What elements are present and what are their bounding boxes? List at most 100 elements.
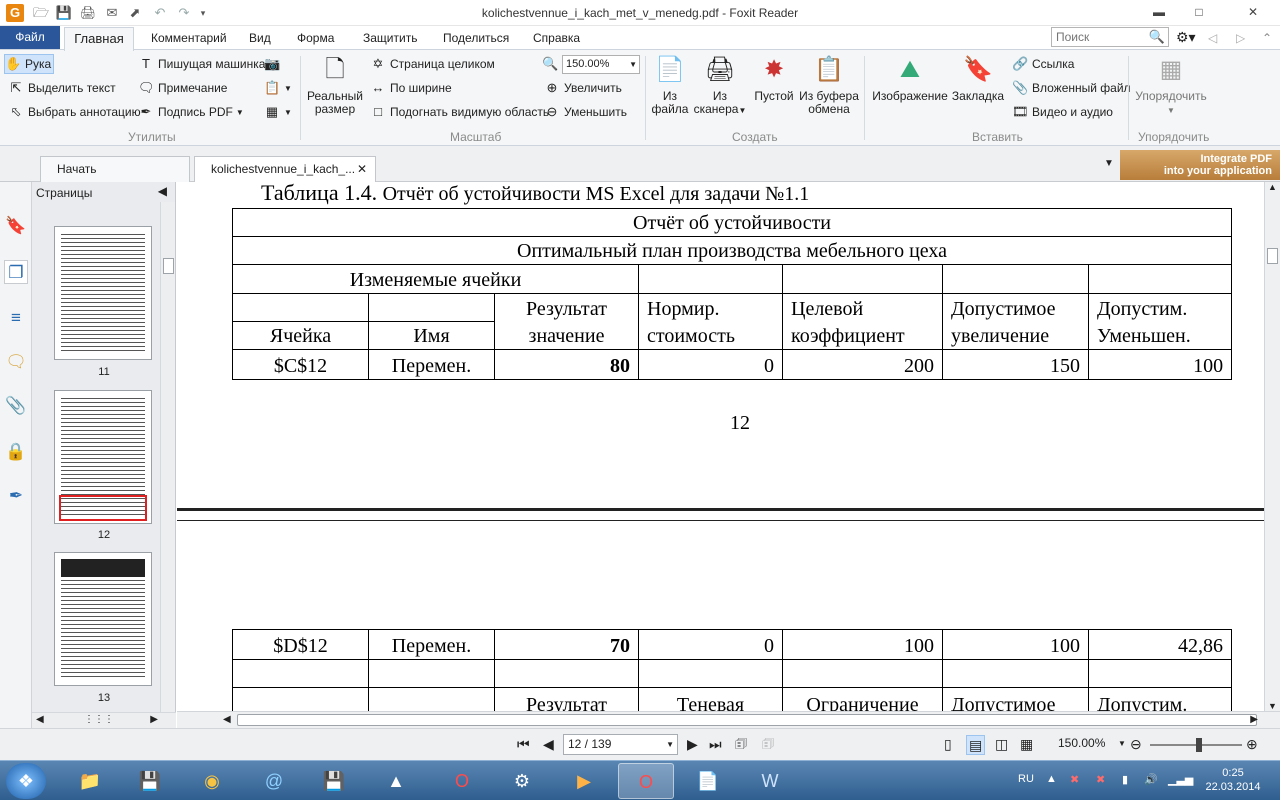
facing-pages-icon[interactable]: ◫ (995, 735, 1008, 753)
properties-button[interactable]: ▦ ▼ (264, 102, 292, 122)
continuous-facing-icon[interactable]: ▦ (1020, 735, 1033, 753)
show-hidden-icons-icon[interactable]: ▲ (1046, 773, 1057, 785)
tab-start[interactable]: Начать (40, 156, 190, 182)
document-view[interactable]: Таблица 1.4. Отчёт об устойчивости MS Ex… (177, 182, 1264, 711)
tab-comment[interactable]: Комментарий (151, 31, 227, 45)
create-from-scanner-button[interactable]: 🖨 Из сканера▼ (692, 54, 748, 117)
comments-panel-icon[interactable]: 🗨 (4, 350, 28, 374)
start-button[interactable]: ❖ (6, 763, 46, 799)
opera-icon[interactable]: O (434, 763, 490, 799)
word-icon[interactable]: W (742, 763, 798, 799)
hand-tool-button[interactable]: ✋ Рука (4, 54, 54, 74)
signal-icon[interactable]: ▁▃▅ (1168, 773, 1193, 786)
tab-list-chevron-icon[interactable]: ▼ (1104, 158, 1114, 169)
tab-protect[interactable]: Защитить (363, 31, 417, 45)
insert-video-audio-button[interactable]: 🎞 Видео и аудио (1012, 102, 1113, 122)
fit-page-button[interactable]: ✡ Страница целиком (370, 54, 495, 74)
zoom-in-button[interactable]: ⊕ Увеличить (544, 78, 622, 98)
search-icon[interactable]: 🔍 (1149, 29, 1165, 45)
media-player-icon[interactable]: ▶ (556, 763, 612, 799)
network-icon[interactable]: ✖ (1096, 773, 1105, 786)
tab-view[interactable]: Вид (249, 31, 271, 45)
app-icon[interactable]: 💾 (306, 763, 362, 799)
clipboard-button[interactable]: 📋 ▼ (264, 78, 292, 98)
insert-image-button[interactable]: ⛰ Изображение (872, 54, 948, 103)
zoom-out-icon[interactable]: ⊖ (1130, 735, 1142, 753)
arrange-button[interactable]: ▦ Упорядочить ▼ (1134, 54, 1208, 117)
ad-banner[interactable]: Integrate PDF into your application (1120, 150, 1280, 180)
layers-panel-icon[interactable]: ≡ (4, 306, 28, 330)
zoom-level[interactable]: 150.00% (1058, 736, 1105, 750)
page-thumbnail-current[interactable] (54, 390, 152, 524)
fit-visible-button[interactable]: □ Подогнать видимую область (370, 102, 549, 122)
insert-link-button[interactable]: 🔗 Ссылка (1012, 54, 1074, 74)
next-view-icon[interactable]: 🗊 (762, 735, 774, 753)
pages-panel-icon[interactable]: ❐ (4, 260, 28, 284)
scroll-up-icon[interactable]: ▲ (1268, 182, 1277, 192)
actual-size-button[interactable]: 🗋 Реальный размер (306, 54, 364, 116)
close-tab-icon[interactable]: ✕ (357, 157, 367, 181)
create-blank-button[interactable]: ✸ Пустой (752, 54, 796, 103)
explorer-icon[interactable]: 📁 (62, 763, 118, 799)
pages-panel-hscrollbar[interactable]: ◀ ⋮⋮⋮ ▶ (32, 712, 176, 728)
tab-share[interactable]: Поделиться (443, 31, 509, 45)
document-vertical-scrollbar[interactable]: ▲ ▼ (1264, 182, 1280, 711)
last-page-icon[interactable]: ⏭ (709, 735, 722, 753)
foxit-reader-icon[interactable]: 📄 (680, 763, 736, 799)
insert-bookmark-button[interactable]: 🔖 Закладка (950, 54, 1006, 103)
create-from-file-button[interactable]: 📄 Из файла (650, 54, 690, 116)
note-button[interactable]: 🗨 Примечание (138, 78, 227, 98)
tab-form[interactable]: Форма (297, 31, 334, 45)
scroll-down-icon[interactable]: ▼ (1268, 701, 1277, 711)
clock[interactable]: 0:25 22.03.2014 (1198, 766, 1268, 794)
single-page-icon[interactable]: ▯ (944, 735, 952, 753)
volume-icon[interactable]: 🔊 (1144, 773, 1158, 786)
first-page-icon[interactable]: ⏮ (517, 735, 530, 753)
zoom-slider-thumb[interactable] (1196, 738, 1202, 752)
scroll-right-icon[interactable]: ▶ (1250, 714, 1258, 725)
settings-gear-icon[interactable]: ⚙▾ (1176, 29, 1196, 46)
close-icon[interactable]: ✕ (1240, 2, 1266, 22)
opera-icon[interactable]: O (618, 763, 674, 799)
sign-pdf-button[interactable]: ✒ Подпись PDF ▼ (138, 102, 244, 122)
security-panel-icon[interactable]: 🔒 (4, 440, 28, 464)
tab-document[interactable]: kolichestvennue_i_kach_... ✕ (194, 156, 376, 182)
zoom-tool-icon[interactable]: 🔍 (542, 54, 562, 74)
signatures-panel-icon[interactable]: ✒ (4, 484, 28, 508)
page-number-input[interactable]: 12 / 139 ▼ (563, 734, 678, 755)
collapse-panel-icon[interactable]: ◀ (158, 184, 167, 198)
scroll-right-icon[interactable]: ▶ (150, 714, 158, 725)
previous-page-icon[interactable]: ◀ (543, 735, 554, 753)
zoom-out-button[interactable]: ⊖ Уменьшить (544, 102, 627, 122)
continuous-page-icon[interactable]: ▤ (966, 735, 986, 755)
nav-forward-icon[interactable]: ▷ (1236, 31, 1245, 45)
scroll-left-icon[interactable]: ◀ (36, 714, 44, 725)
language-indicator[interactable]: RU (1018, 773, 1034, 785)
nav-back-icon[interactable]: ◁ (1208, 31, 1217, 45)
page-thumbnail[interactable] (54, 552, 152, 686)
search-field[interactable]: 🔍 (1051, 27, 1169, 47)
file-menu-button[interactable]: Файл (0, 26, 60, 49)
zoom-dropdown-icon[interactable]: ▼ (1118, 735, 1126, 753)
next-page-icon[interactable]: ▶ (687, 735, 698, 753)
scroll-left-icon[interactable]: ◀ (223, 714, 231, 725)
app-icon[interactable]: 💾 (122, 763, 178, 799)
chrome-icon[interactable]: ◉ (184, 763, 240, 799)
insert-attachment-button[interactable]: 📎 Вложенный файл (1012, 78, 1131, 98)
email-client-icon[interactable]: @ (246, 763, 302, 799)
maximize-icon[interactable]: □ (1186, 2, 1212, 22)
snapshot-button[interactable]: 📷 (264, 54, 284, 74)
search-input[interactable] (1052, 28, 1144, 46)
attachments-panel-icon[interactable]: 📎 (4, 394, 28, 418)
page-thumbnail[interactable] (54, 226, 152, 360)
tab-home[interactable]: Главная (64, 27, 134, 51)
minimize-icon[interactable]: ▬ (1146, 2, 1172, 22)
app-icon[interactable]: ⚙ (494, 763, 550, 799)
fit-width-button[interactable]: ↔ По ширине (370, 78, 452, 98)
select-text-button[interactable]: ⇱ Выделить текст (8, 78, 116, 98)
typewriter-button[interactable]: T Пишущая машинка (138, 54, 265, 74)
create-from-clipboard-button[interactable]: 📋 Из буфера обмена (798, 54, 860, 116)
bookmarks-panel-icon[interactable]: 🔖 (4, 214, 28, 238)
pages-panel-scrollbar[interactable] (160, 202, 175, 712)
battery-icon[interactable]: ▮ (1122, 773, 1128, 786)
